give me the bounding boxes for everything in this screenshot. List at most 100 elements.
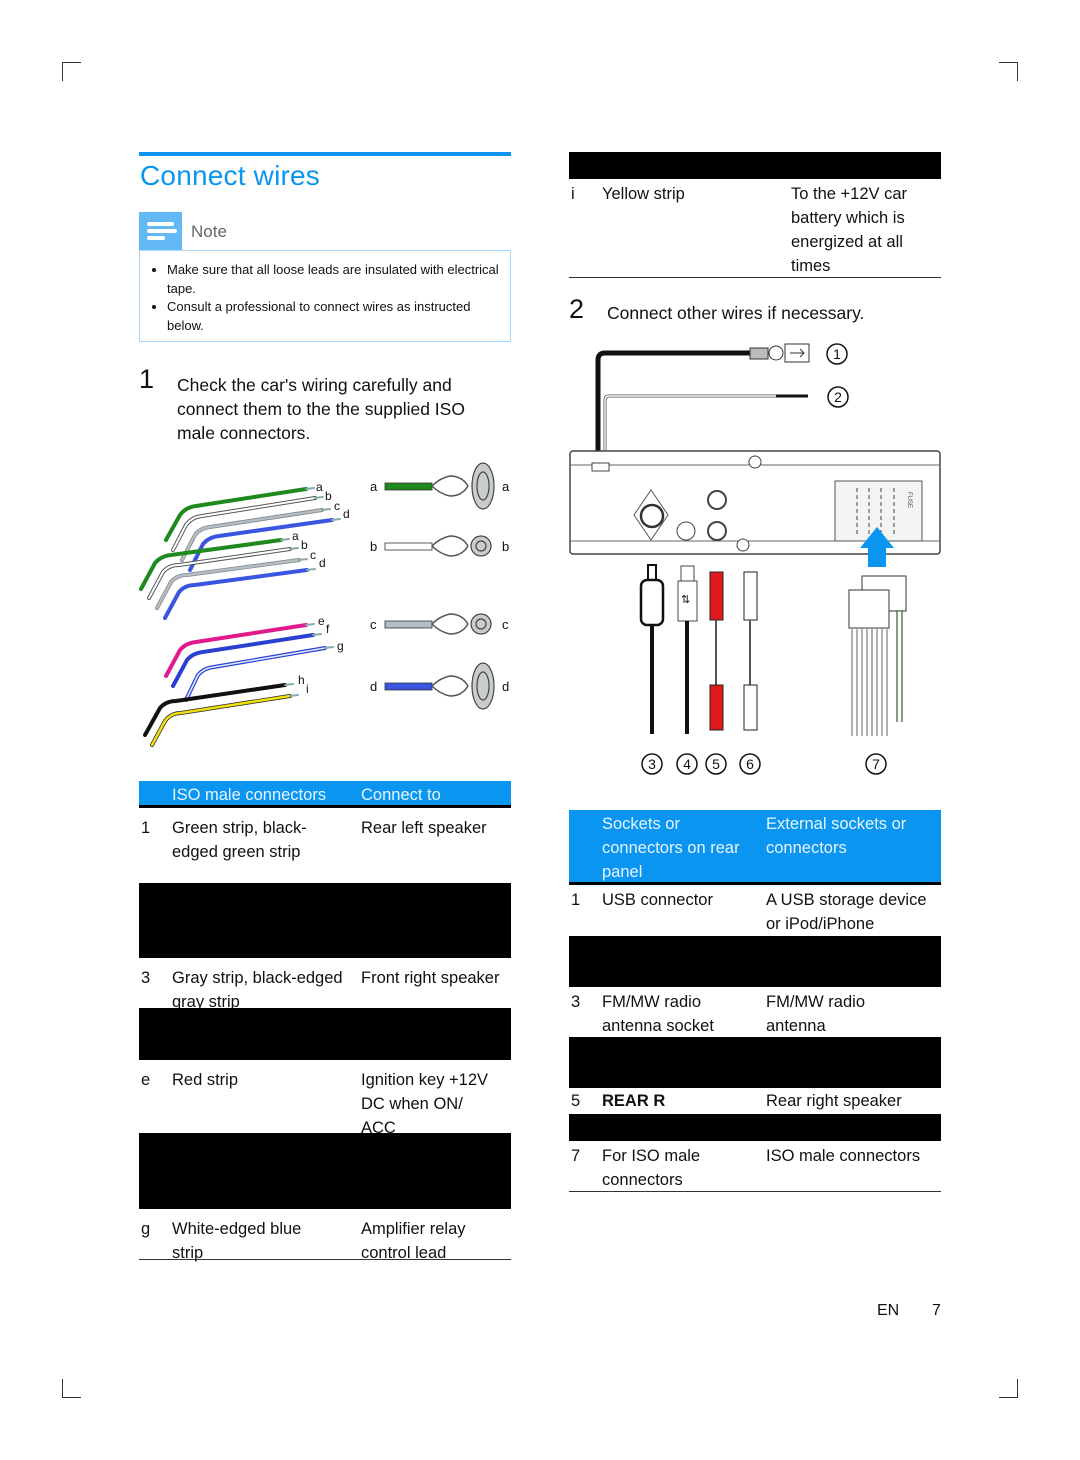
callout-label: 2 [834,389,842,405]
step-text: Connect other wires if necessary. [607,303,865,323]
connect-to-cell: Rear left speaker [361,819,487,837]
note-box: Make sure that all loose leads are insul… [139,250,511,342]
header-cell: Sockets or connectors on rear panel [602,815,740,881]
antenna-plug [639,564,665,734]
wire-label: a [292,529,299,543]
note-label: Note [191,222,227,241]
speaker-label: c [502,617,509,632]
socket-cell: For ISO male connectors [602,1147,701,1189]
table-row: e Red strip Ignition key +12V DC when ON… [139,1060,511,1137]
callout-label: 4 [683,756,691,772]
wire-label: f [326,622,330,636]
callout-label: 6 [746,756,754,772]
usb-plug [749,347,769,360]
header-cell: ISO male connectors [172,786,327,804]
callout-label: 5 [712,756,720,772]
wire-label: a [316,480,323,494]
table-row: i Yellow strip To the +12V car battery w… [569,179,941,278]
speaker-label: d [502,679,509,694]
connect-to-cell: Amplifier relay control lead [361,1220,466,1262]
wire-label: b [301,538,308,552]
row-id: 3 [571,993,581,1011]
redacted-row [569,1114,941,1141]
iso-wire-diagram: a b c d a b c d e f g h i a a b b c c d … [139,462,510,747]
speaker-connections [384,462,495,710]
wire-group-2 [139,538,309,620]
wire-label: d [319,556,326,570]
callout-label: 1 [833,346,841,362]
din-plug: ⇅ [677,565,698,734]
connector-cell: Gray strip, black-edged gray strip [172,969,343,1011]
socket-cell: FM/MW radio antenna socket [602,993,714,1035]
speaker-label: b [370,539,377,554]
redacted-row [139,1133,511,1209]
socket-cell: USB connector [602,891,713,909]
row-id: 7 [571,1147,581,1165]
wire-label: e [318,614,325,628]
note-item: Make sure that all loose leads are insul… [167,261,510,298]
wire-label: i [306,682,309,696]
connect-to-cell: To the +12V car battery which is energiz… [791,185,908,275]
row-id: i [571,185,575,203]
wire-label: h [298,673,305,687]
row-id: g [141,1220,151,1238]
callout-label: 7 [872,756,880,772]
external-cell: FM/MW radio antenna [766,993,865,1035]
speaker-label: a [502,479,510,494]
din-socket [676,521,696,541]
connector-cell: Yellow strip [602,185,685,203]
crop-mark [999,1379,1018,1398]
external-cell: ISO male connectors [766,1147,921,1165]
step-number: 1 [139,364,155,394]
title-rule [139,152,511,156]
wire-group-1 [164,487,334,572]
connector-cell: Green strip, black-edged green strip [172,819,307,861]
redacted-row [139,1008,511,1060]
wire-label: d [343,507,350,521]
connector-cell: Red strip [172,1071,239,1089]
speaker-label: b [502,539,509,554]
table-row: 3 Gray strip, black-edged gray strip Fro… [139,958,511,1011]
antenna-socket [639,503,665,529]
header-cell: Connect to [361,786,441,804]
step-text: Check the car's wiring carefully and con… [177,375,465,443]
connect-to-cell: Front right speaker [361,969,500,987]
socket-cell: REAR R [602,1092,666,1110]
table-row: 1 USB connector A USB storage device or … [569,885,941,937]
external-cell: A USB storage device or iPod/iPhone [766,891,927,933]
connector-cell: White-edged blue strip [172,1220,302,1262]
connect-to-cell: Ignition key +12V DC when ON/ ACC [361,1071,489,1137]
redacted-row [569,936,941,987]
page-number: 7 [932,1302,941,1319]
wire-label: g [337,639,344,653]
svg-text:⇅: ⇅ [681,594,690,606]
crop-mark [62,1379,81,1398]
header-cell: External sockets or connectors [766,815,907,857]
wire-label: b [325,489,332,503]
row-id: 1 [141,819,151,837]
table-row: 1 Green strip, black-edged green strip R… [139,808,511,884]
sockets-table: Sockets or connectors on rear panel Exte… [569,810,941,1195]
step-number: 2 [569,294,585,324]
crop-mark [62,62,81,81]
redacted-row [569,1037,941,1088]
note-item: Consult a professional to connect wires … [167,298,510,335]
table-row: g White-edged blue strip Amplifier relay… [139,1209,511,1262]
wire-label: c [310,548,316,562]
table-header: ISO male connectors Connect to [139,781,511,808]
section-title: Connect wires [140,160,321,191]
screw-icon [748,455,762,469]
fuse-label: FUSE [906,492,912,508]
rca-white-cable [743,571,758,731]
redacted-row [139,883,511,958]
row-id: e [141,1071,151,1089]
rca-socket [707,521,727,541]
speaker-label: a [370,479,378,494]
wire-label: c [334,499,340,513]
table-row: 7 For ISO male connectors ISO male conne… [569,1141,941,1192]
footer-language: EN [877,1302,900,1319]
speaker-label: d [370,679,377,694]
callout-label: 3 [648,756,656,772]
row-id: 5 [571,1092,581,1110]
iso-connectors-table-continued: i Yellow strip To the +12V car battery w… [569,152,941,280]
